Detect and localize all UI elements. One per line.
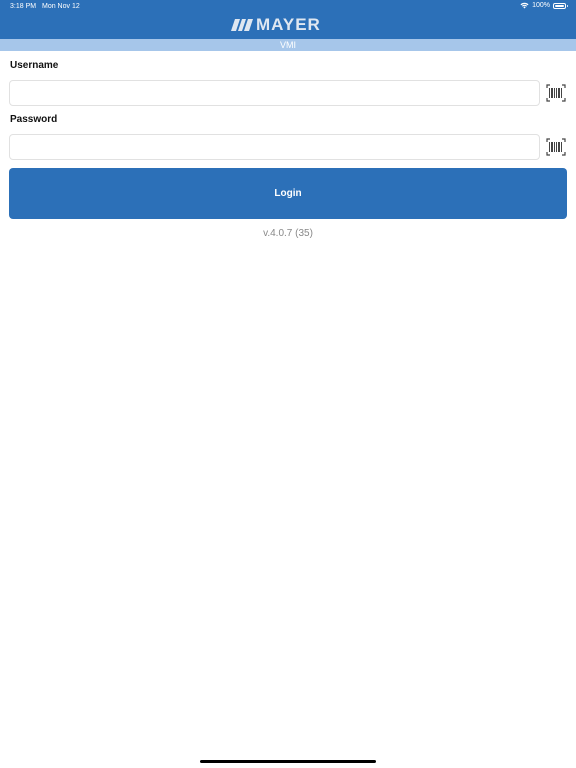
mayer-logo-mark-icon xyxy=(231,19,253,31)
battery-percent: 100% xyxy=(532,2,550,9)
username-barcode-scan-button[interactable] xyxy=(546,84,566,102)
password-barcode-scan-button[interactable] xyxy=(546,138,566,156)
status-indicators: 100% xyxy=(520,2,568,9)
mayer-logo: MAYER xyxy=(231,15,321,34)
status-date: Mon Nov 12 xyxy=(42,3,80,10)
username-field[interactable] xyxy=(9,80,540,106)
battery-icon xyxy=(553,2,568,9)
status-bar: 3:18 PM Mon Nov 12 100% xyxy=(0,0,576,13)
wifi-icon xyxy=(520,2,529,9)
password-label: Password xyxy=(10,114,58,125)
barcode-scan-icon xyxy=(546,84,566,102)
username-label: Username xyxy=(10,60,59,71)
logo-text: MAYER xyxy=(256,15,321,34)
status-time: 3:18 PM xyxy=(10,3,37,10)
home-indicator[interactable] xyxy=(200,760,376,763)
barcode-scan-icon xyxy=(546,138,566,156)
app-version: v.4.0.7 (35) xyxy=(263,228,313,239)
password-field[interactable] xyxy=(9,134,540,160)
battery-level xyxy=(555,4,564,7)
app-subtitle: VMI xyxy=(0,39,576,51)
header-bar: 3:18 PM Mon Nov 12 100% MAYER xyxy=(0,0,576,39)
login-button[interactable]: Login xyxy=(9,168,567,219)
